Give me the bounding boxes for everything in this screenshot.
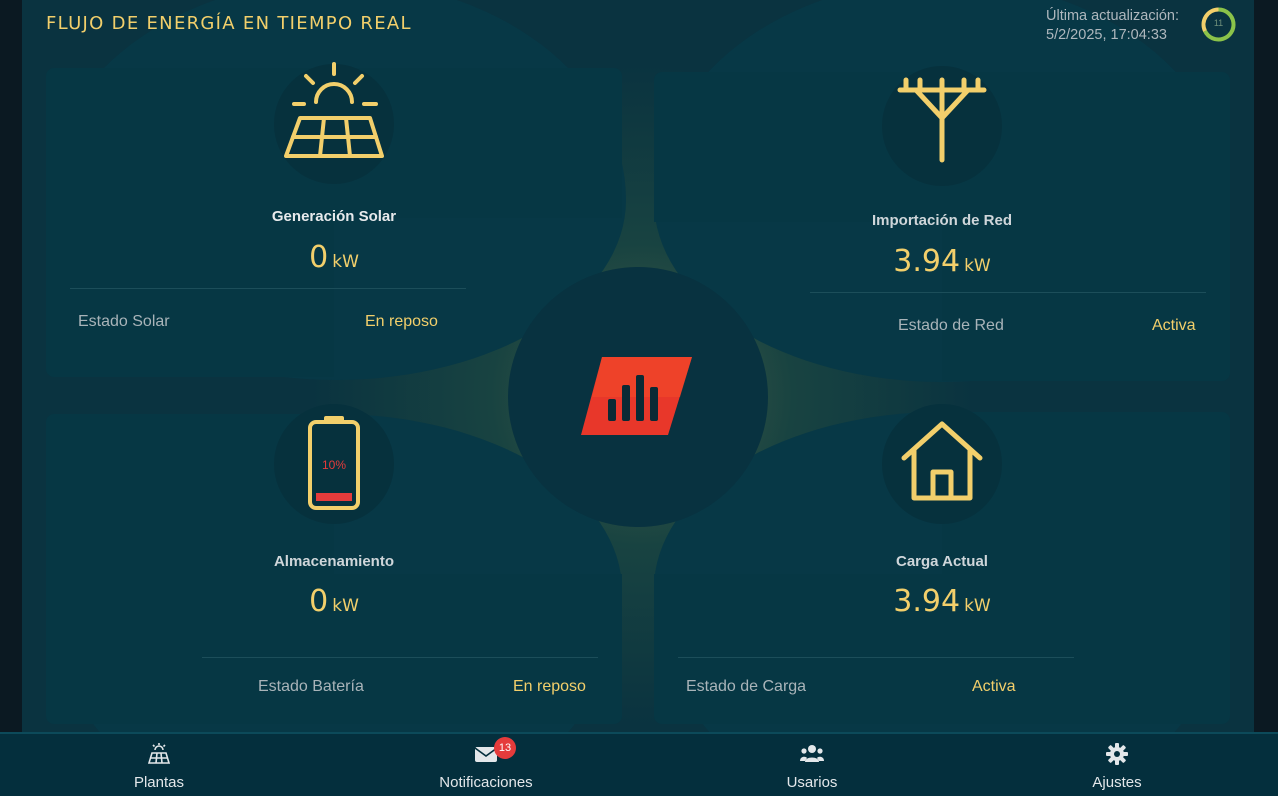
- house-icon: [901, 421, 983, 501]
- load-status-label: Estado de Carga: [686, 678, 807, 695]
- nav-notifications[interactable]: 13 Notificaciones: [406, 734, 566, 796]
- grid-status-label: Estado de Red: [898, 317, 1004, 334]
- grid-status-value: Activa: [1152, 317, 1196, 334]
- load-status-value: Activa: [972, 678, 1016, 695]
- last-updated-label: Última actualización:: [1046, 8, 1179, 24]
- battery-percent: 10%: [321, 458, 347, 472]
- solar-value-number: 0: [309, 240, 329, 275]
- grid-value-unit: kW: [964, 256, 991, 276]
- dashboard-frame: Generación Solar 0 kW Estado Solar En rep…: [0, 0, 1278, 732]
- page-title: FLUJO DE ENERGÍA EN TIEMPO REAL: [46, 13, 412, 34]
- countdown-value: 11: [1213, 18, 1224, 28]
- notifications-badge: 13: [494, 737, 516, 759]
- nav-users-label: Usarios: [786, 774, 838, 791]
- grid-label: Importación de Red: [871, 212, 1013, 229]
- load-value-unit: kW: [964, 596, 991, 616]
- grid-value: 3.94 kW: [812, 244, 1072, 279]
- solar-divider: [70, 288, 466, 289]
- grid-value-number: 3.94: [893, 244, 961, 279]
- refresh-countdown[interactable]: 11: [1200, 6, 1237, 43]
- battery-value-number: 0: [309, 584, 329, 619]
- nav-settings-label: Ajustes: [1092, 774, 1142, 791]
- nav-users[interactable]: Usarios: [732, 734, 892, 796]
- gear-icon: [1106, 743, 1128, 765]
- last-updated-value: 5/2/2025, 17:04:33: [1046, 27, 1167, 43]
- load-value-number: 3.94: [893, 584, 961, 619]
- nav-plants[interactable]: Plantas: [79, 734, 239, 796]
- nav-notifications-label: Notificaciones: [439, 774, 533, 791]
- solar-status-label: Estado Solar: [78, 313, 170, 330]
- battery-value-unit: kW: [332, 596, 359, 616]
- battery-label: Almacenamiento: [273, 553, 395, 570]
- battery-status-label: Estado Batería: [258, 678, 364, 695]
- battery-divider: [202, 657, 598, 658]
- solar-label: Generación Solar: [271, 208, 397, 225]
- nav-plants-label: Plantas: [133, 774, 185, 791]
- solar-status-value: En reposo: [365, 313, 438, 330]
- load-label: Carga Actual: [896, 553, 988, 570]
- solar-value-unit: kW: [332, 252, 359, 272]
- load-divider: [678, 657, 1074, 658]
- users-icon: [800, 745, 824, 762]
- battery-value: 0 kW: [204, 584, 464, 619]
- solar-value: 0 kW: [204, 240, 464, 275]
- nav-settings[interactable]: Ajustes: [1037, 734, 1197, 796]
- grid-divider: [810, 292, 1206, 293]
- load-value: 3.94 kW: [812, 584, 1072, 619]
- last-updated: Última actualización: 5/2/2025, 17:04:33: [1046, 7, 1196, 45]
- logo-icon: [581, 357, 692, 435]
- center-hub: [508, 267, 768, 527]
- solar-panel-icon: [147, 743, 171, 764]
- power-pole-icon: [897, 77, 987, 163]
- battery-status-value: En reposo: [513, 678, 586, 695]
- solar-panel-icon: [284, 62, 384, 158]
- bottom-nav: Plantas 13 Notificaciones Usarios Ajuste…: [0, 732, 1278, 796]
